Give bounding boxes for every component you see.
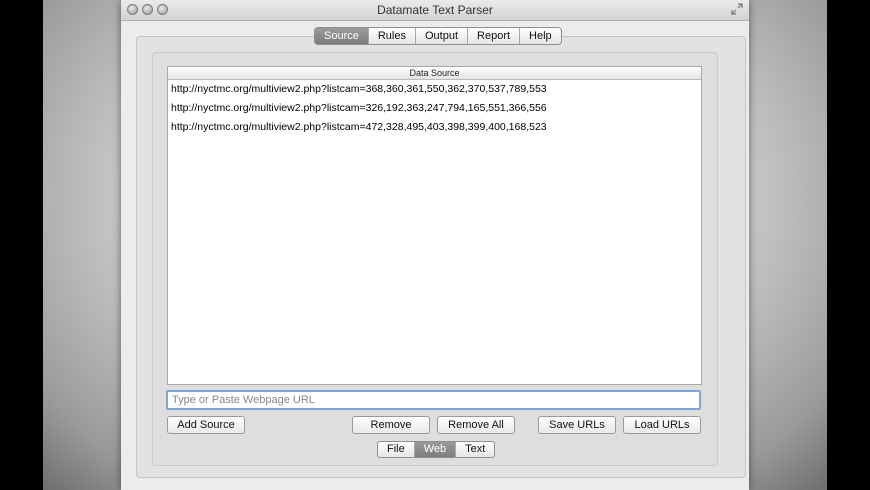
save-urls-button[interactable]: Save URLs xyxy=(538,416,616,434)
fullscreen-icon[interactable] xyxy=(731,3,743,15)
tab-output[interactable]: Output xyxy=(416,28,469,44)
source-type-tabs: File Web Text xyxy=(377,441,496,458)
window-title: Datamate Text Parser xyxy=(377,3,493,17)
table-row[interactable]: http://nyctmc.org/multiview2.php?listcam… xyxy=(168,80,701,99)
tab-report[interactable]: Report xyxy=(468,28,521,44)
main-tab-bar: Source Rules Output Report Help xyxy=(314,27,562,45)
data-source-table[interactable]: Data Source http://nyctmc.org/multiview2… xyxy=(167,66,702,385)
tab-text[interactable]: Text xyxy=(456,442,494,457)
tab-file[interactable]: File xyxy=(378,442,415,457)
load-urls-button[interactable]: Load URLs xyxy=(623,416,701,434)
tab-web[interactable]: Web xyxy=(414,442,457,457)
tab-rules[interactable]: Rules xyxy=(369,28,416,44)
add-source-button[interactable]: Add Source xyxy=(167,416,245,434)
tab-help[interactable]: Help xyxy=(520,28,561,44)
remove-button[interactable]: Remove xyxy=(352,416,430,434)
table-row[interactable]: http://nyctmc.org/multiview2.php?listcam… xyxy=(168,118,701,137)
remove-all-button[interactable]: Remove All xyxy=(437,416,515,434)
url-input[interactable] xyxy=(166,390,701,410)
table-row[interactable]: http://nyctmc.org/multiview2.php?listcam… xyxy=(168,99,701,118)
title-bar[interactable]: Datamate Text Parser xyxy=(121,0,749,21)
app-window: Datamate Text Parser Source Rules Output… xyxy=(121,0,749,490)
table-header-data-source[interactable]: Data Source xyxy=(168,67,701,80)
tab-source[interactable]: Source xyxy=(315,28,369,44)
